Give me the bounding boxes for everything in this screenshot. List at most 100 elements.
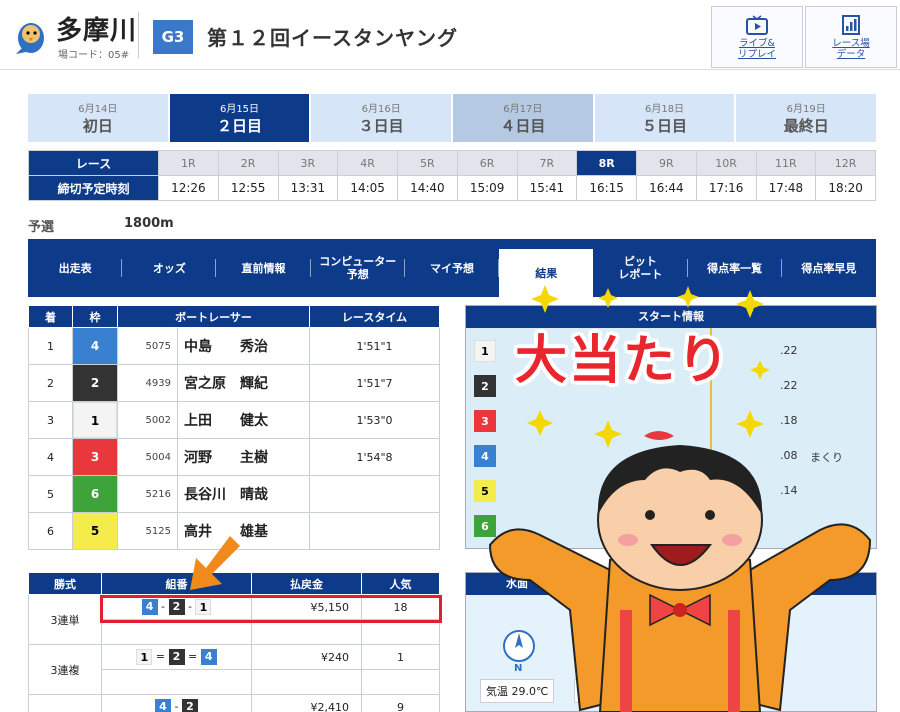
racer-name[interactable]: 中島 秀治 — [177, 327, 310, 365]
racer-name[interactable]: 河野 主樹 — [177, 438, 310, 476]
combo-lane-badge: 4 — [155, 699, 171, 712]
nav-item-2[interactable]: オッズ — [122, 239, 217, 297]
payout-row: 3連複 1 = 2 = 4 ¥240 1 — [28, 644, 440, 695]
result-place: 2 — [28, 364, 73, 402]
header-divider — [138, 12, 139, 58]
racer-name[interactable]: 上田 健太 — [177, 401, 310, 439]
bet-type: 3連複 — [28, 644, 102, 695]
mascot-logo-icon — [16, 23, 44, 54]
result-row[interactable]: 2 2 4939 宮之原 輝紀 1'51"7 — [28, 364, 440, 402]
racer-name[interactable]: 宮之原 輝紀 — [177, 364, 310, 402]
race-tab-2r[interactable]: 2R — [217, 150, 279, 176]
day-tab-date: 6月17日 — [503, 104, 543, 115]
race-deadline-7r: 15:41 — [516, 175, 578, 201]
jackpot-banner: 大当たり — [515, 331, 732, 391]
tv-play-icon — [746, 15, 768, 35]
payout-amount: ¥240 — [251, 644, 362, 670]
lane-badge: 3 — [73, 439, 117, 475]
day-tab-label: 最終日 — [783, 117, 829, 135]
combo-sep: = — [155, 650, 165, 663]
pointer-arrow-icon — [190, 536, 240, 590]
bet-type — [28, 694, 102, 712]
race-tab-1r[interactable]: 1R — [158, 150, 219, 176]
race-time: 1'54"8 — [309, 438, 440, 476]
race-deadline-8r: 16:15 — [576, 175, 637, 201]
venue-name: 多摩川 — [56, 16, 138, 46]
day-tab-1[interactable]: 6月14日 初日 — [28, 94, 168, 142]
col-bet-type: 勝式 — [28, 572, 102, 595]
race-tab-7r[interactable]: 7R — [516, 150, 578, 176]
day-tab-label: ２日目 — [217, 117, 263, 135]
race-tab-3r[interactable]: 3R — [277, 150, 339, 176]
col-racer: ボートレーサー — [117, 305, 310, 328]
grade-badge: G3 — [153, 20, 193, 54]
nav-item-3[interactable]: 直前情報 — [216, 239, 311, 297]
race-tab-11r[interactable]: 11R — [755, 150, 817, 176]
combo-lane-badge: 2 — [181, 699, 198, 712]
col-amount: 払戻金 — [251, 572, 362, 595]
day-tab-4[interactable]: 6月17日 ４日目 — [453, 94, 593, 142]
result-place: 5 — [28, 475, 73, 513]
day-tab-date: 6月16日 — [361, 104, 401, 115]
race-deadline-4r: 14:05 — [337, 175, 398, 201]
popularity: 9 — [361, 694, 440, 712]
day-tab-3[interactable]: 6月16日 ３日目 — [311, 94, 452, 142]
nav-item-1[interactable]: 出走表 — [28, 239, 123, 297]
result-row[interactable]: 5 6 5216 長谷川 晴哉 — [28, 475, 440, 513]
result-row[interactable]: 3 1 5002 上田 健太 1'53"0 — [28, 401, 440, 439]
race-deadline-12r: 18:20 — [815, 175, 876, 201]
nav-item-4[interactable]: コンピューター 予想 — [311, 239, 406, 297]
race-deadline-1r: 12:26 — [158, 175, 219, 201]
result-lane-cell: 4 — [72, 327, 118, 365]
race-time: 1'51"1 — [309, 327, 440, 365]
bar-chart-icon — [842, 15, 860, 35]
race-deadline-3r: 13:31 — [277, 175, 339, 201]
race-tab-4r[interactable]: 4R — [337, 150, 398, 176]
live-replay-label: ライブ& リプレイ — [737, 38, 776, 60]
race-time: 1'53"0 — [309, 401, 440, 439]
race-distance: 1800m — [124, 216, 174, 231]
bet-type: 3連単 — [28, 594, 102, 645]
racer-reg-number: 5075 — [117, 327, 178, 365]
day-tab-5[interactable]: 6月18日 ５日目 — [594, 94, 735, 142]
lane-badge: 5 — [73, 513, 117, 549]
combo-lane-badge: 1 — [136, 649, 153, 665]
result-place: 3 — [28, 401, 73, 439]
race-tab-10r[interactable]: 10R — [695, 150, 757, 176]
day-tab-date: 6月15日 — [219, 104, 260, 115]
payout-row: 4 - 2 ¥2,410 9 — [28, 694, 440, 712]
race-tab-9r[interactable]: 9R — [636, 150, 697, 176]
col-lane: 枠 — [72, 305, 118, 328]
day-tab-date: 6月19日 — [786, 104, 826, 115]
result-lane-cell: 5 — [72, 512, 118, 550]
live-replay-button[interactable]: ライブ& リプレイ — [711, 6, 803, 68]
racer-name[interactable]: 長谷川 晴哉 — [177, 475, 310, 513]
race-tab-5r[interactable]: 5R — [397, 150, 458, 176]
lane-badge: 4 — [73, 328, 117, 364]
race-tab-12r[interactable]: 12R — [815, 150, 876, 176]
day-tab-date: 6月18日 — [644, 104, 685, 115]
day-tab-label: ４日目 — [500, 117, 546, 135]
race-title: 第１２回イースタンヤング — [207, 26, 458, 50]
race-deadline-2r: 12:55 — [217, 175, 279, 201]
race-deadline-5r: 14:40 — [397, 175, 458, 201]
lane-badge: 2 — [73, 365, 117, 401]
race-tab-6r[interactable]: 6R — [456, 150, 518, 176]
race-time: 1'51"7 — [309, 364, 440, 402]
combo-lane-badge: 2 — [168, 649, 185, 665]
race-deadline-10r: 17:16 — [695, 175, 757, 201]
day-tab-2[interactable]: 6月15日 ２日目 — [169, 94, 310, 142]
racer-reg-number: 5004 — [117, 438, 178, 476]
result-row[interactable]: 4 3 5004 河野 主樹 1'54"8 — [28, 438, 440, 476]
highlight-box — [100, 595, 442, 623]
race-time — [309, 512, 440, 550]
racer-reg-number: 5216 — [117, 475, 178, 513]
venue-data-button[interactable]: レース場 データ — [805, 6, 897, 68]
result-place: 4 — [28, 438, 73, 476]
combo-sep: = — [188, 650, 198, 663]
time-row-header: 締切予定時刻 — [28, 175, 159, 201]
result-lane-cell: 6 — [72, 475, 118, 513]
day-tab-6[interactable]: 6月19日最終日 — [736, 94, 877, 142]
race-tab-8r[interactable]: 8R — [576, 150, 637, 176]
result-row[interactable]: 1 4 5075 中島 秀治 1'51"1 — [28, 327, 440, 365]
